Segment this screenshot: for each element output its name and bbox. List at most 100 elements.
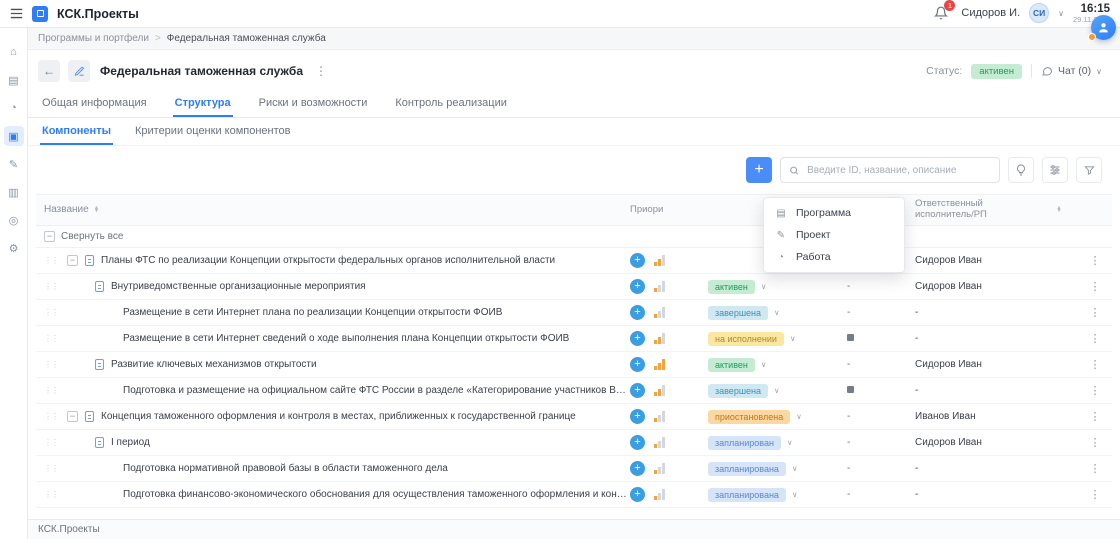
hint-button[interactable]	[1008, 157, 1034, 183]
status-dropdown-icon[interactable]: ∨	[774, 386, 780, 395]
search-input[interactable]	[805, 164, 991, 177]
edit-button[interactable]	[68, 60, 90, 82]
notifications-bell-icon[interactable]: 1	[934, 6, 952, 20]
row-menu-icon[interactable]: ⋮	[1078, 358, 1112, 371]
row-name[interactable]: Размещение в сети Интернет плана по реал…	[123, 307, 502, 318]
sidebar-item-globe-icon[interactable]: ◎	[4, 210, 24, 230]
row-responsible-cell: -	[915, 307, 1040, 318]
drag-handle-icon[interactable]: ⋮⋮	[44, 386, 53, 395]
sort-table-icon[interactable]: ▲▼	[1056, 207, 1061, 214]
columns-settings-button[interactable]	[1042, 157, 1068, 183]
add-child-button[interactable]: +	[630, 435, 645, 450]
menu-icon[interactable]	[10, 8, 23, 19]
row-name[interactable]: Концепция таможенного оформления и контр…	[101, 411, 576, 422]
table-body: ⋮⋮−Планы ФТС по реализации Концепции отк…	[36, 248, 1112, 508]
subtab-criteria[interactable]: Критерии оценки компонентов	[133, 118, 293, 145]
row-name[interactable]: Подготовка финансово-экономического обос…	[123, 489, 630, 500]
row-menu-icon[interactable]: ⋮	[1078, 462, 1112, 475]
row-name[interactable]: I период	[111, 437, 150, 448]
chat-button[interactable]: Чат (0) ∨	[1041, 65, 1102, 77]
tab-risks[interactable]: Риски и возможности	[257, 90, 370, 117]
row-menu-icon[interactable]: ⋮	[1078, 332, 1112, 345]
app-logo-icon	[32, 6, 48, 22]
drag-handle-icon[interactable]: ⋮⋮	[44, 464, 53, 473]
status-dropdown-icon[interactable]: ∨	[761, 282, 767, 291]
add-child-button[interactable]: +	[630, 409, 645, 424]
add-child-button[interactable]: +	[630, 383, 645, 398]
row-priority-cell: +	[630, 487, 708, 502]
subtab-components[interactable]: Компоненты	[40, 118, 113, 145]
row-menu-icon[interactable]: ⋮	[1078, 410, 1112, 423]
status-dropdown-icon[interactable]: ∨	[796, 412, 802, 421]
drag-handle-icon[interactable]: ⋮⋮	[44, 334, 53, 343]
drag-handle-icon[interactable]: ⋮⋮	[44, 360, 53, 369]
sort-name-icon[interactable]: ▲▼	[94, 207, 99, 214]
support-widget-button[interactable]	[1091, 15, 1116, 40]
row-menu-icon[interactable]: ⋮	[1078, 436, 1112, 449]
row-menu-icon[interactable]: ⋮	[1078, 254, 1112, 267]
status-dropdown-icon[interactable]: ∨	[787, 438, 793, 447]
sidebar-item-portfolio-icon[interactable]: ▣	[4, 126, 24, 146]
row-menu-icon[interactable]: ⋮	[1078, 280, 1112, 293]
sidebar-item-reports-icon[interactable]: ▥	[4, 182, 24, 202]
drag-handle-icon[interactable]: ⋮⋮	[44, 412, 53, 421]
menu-item-work[interactable]: ◔Работа	[764, 246, 904, 268]
row-menu-icon[interactable]: ⋮	[1078, 384, 1112, 397]
tab-control[interactable]: Контроль реализации	[393, 90, 509, 117]
back-button[interactable]: ←	[38, 60, 60, 82]
collapse-all-label[interactable]: Свернуть все	[61, 231, 123, 242]
drag-handle-icon[interactable]: ⋮⋮	[44, 438, 53, 447]
collapse-toggle-icon[interactable]: −	[67, 255, 78, 266]
row-name[interactable]: Подготовка нормативной правовой базы в о…	[123, 463, 448, 474]
column-name: Название ▲▼	[36, 204, 630, 216]
drag-handle-icon[interactable]: ⋮⋮	[44, 256, 53, 265]
status-dropdown-icon[interactable]: ∨	[792, 464, 798, 473]
menu-item-project[interactable]: ✎Проект	[764, 224, 904, 246]
footer-label: КСК.Проекты	[38, 524, 100, 535]
sidebar-item-settings-icon[interactable]: ⚙	[4, 238, 24, 258]
row-name[interactable]: Развитие ключевых механизмов открытости	[111, 359, 317, 370]
row-status-cell: завершена∨	[708, 384, 843, 398]
row-name[interactable]: Внутриведомственные организационные меро…	[111, 281, 366, 292]
status-dropdown-icon[interactable]: ∨	[792, 490, 798, 499]
page-header: ← Федеральная таможенная служба ⋮ Статус…	[28, 50, 1120, 90]
drag-handle-icon[interactable]: ⋮⋮	[44, 282, 53, 291]
add-child-button[interactable]: +	[630, 253, 645, 268]
row-name[interactable]: Размещение в сети Интернет сведений о хо…	[123, 333, 569, 344]
user-menu-chevron-icon[interactable]: ∨	[1058, 9, 1064, 18]
filter-button[interactable]	[1076, 157, 1102, 183]
status-dropdown-icon[interactable]: ∨	[774, 308, 780, 317]
table-header: Название ▲▼ Приори Процесс исполнения От…	[36, 194, 1112, 226]
user-avatar[interactable]: СИ	[1029, 3, 1049, 23]
column-name-label: Название	[44, 204, 89, 216]
add-component-button[interactable]: +	[746, 157, 772, 183]
status-dropdown-icon[interactable]: ∨	[761, 360, 767, 369]
page-menu-icon[interactable]: ⋮	[311, 64, 331, 78]
status-dropdown-icon[interactable]: ∨	[790, 334, 796, 343]
tab-general[interactable]: Общая информация	[40, 90, 149, 117]
drag-handle-icon[interactable]: ⋮⋮	[44, 490, 53, 499]
drag-handle-icon[interactable]: ⋮⋮	[44, 308, 53, 317]
row-menu-icon[interactable]: ⋮	[1078, 488, 1112, 501]
row-process-cell	[843, 385, 915, 396]
tab-structure[interactable]: Структура	[173, 90, 233, 117]
collapse-all-icon[interactable]: −	[44, 231, 55, 242]
add-child-button[interactable]: +	[630, 331, 645, 346]
user-name: Сидоров И.	[961, 7, 1020, 19]
add-child-button[interactable]: +	[630, 279, 645, 294]
sidebar-item-edit-icon[interactable]: ✎	[4, 154, 24, 174]
sidebar-item-home-icon[interactable]: ⌂	[4, 42, 24, 62]
add-child-button[interactable]: +	[630, 487, 645, 502]
row-menu-icon[interactable]: ⋮	[1078, 306, 1112, 319]
breadcrumb-parent[interactable]: Программы и портфели	[38, 33, 149, 44]
sidebar-item-documents-icon[interactable]: ▤	[4, 70, 24, 90]
menu-item-program[interactable]: ▤Программа	[764, 202, 904, 224]
row-name[interactable]: Подготовка и размещение на официальном с…	[123, 385, 630, 396]
row-name[interactable]: Планы ФТС по реализации Концепции открыт…	[101, 255, 555, 266]
add-child-button[interactable]: +	[630, 357, 645, 372]
collapse-toggle-icon[interactable]: −	[67, 411, 78, 422]
sidebar-item-tasks-icon[interactable]: ◔	[4, 98, 24, 118]
add-child-button[interactable]: +	[630, 461, 645, 476]
document-icon	[95, 359, 104, 370]
add-child-button[interactable]: +	[630, 305, 645, 320]
